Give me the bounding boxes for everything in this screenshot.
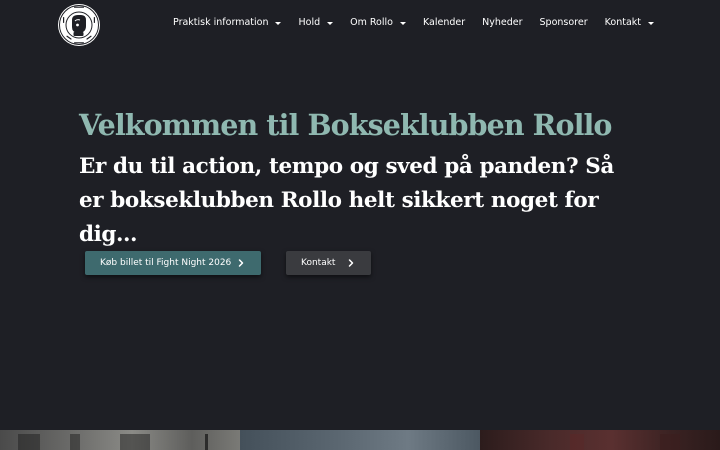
nav-item-label: Kalender bbox=[422, 17, 466, 28]
main-navigation: Praktisk information Hold Om Rollo Kalen… bbox=[173, 17, 654, 28]
page: Praktisk information Hold Om Rollo Kalen… bbox=[0, 0, 720, 450]
chevron-right-icon bbox=[348, 259, 354, 267]
nav-item-label: Sponsorer bbox=[539, 17, 588, 28]
gallery-strip bbox=[0, 430, 720, 450]
nav-item-label: Hold bbox=[298, 17, 321, 28]
gallery-image-gym[interactable] bbox=[0, 430, 240, 450]
contact-button[interactable]: Kontakt bbox=[286, 251, 371, 275]
hero-title: Velkommen til Bokseklubben Rollo bbox=[79, 108, 612, 142]
chevron-down-icon bbox=[327, 21, 334, 25]
chevron-down-icon bbox=[648, 21, 654, 25]
buy-ticket-button[interactable]: Køb billet til Fight Night 2026 bbox=[85, 251, 261, 275]
site-header: Praktisk information Hold Om Rollo Kalen… bbox=[0, 0, 720, 50]
nav-item-kalender[interactable]: Kalender bbox=[423, 17, 465, 28]
nav-item-label: Kontakt bbox=[604, 17, 641, 28]
nav-item-label: Praktisk information bbox=[173, 17, 269, 28]
buy-ticket-button-label: Køb billet til Fight Night 2026 bbox=[100, 258, 232, 268]
nav-item-praktisk-information[interactable]: Praktisk information bbox=[173, 17, 282, 28]
gallery-image-ring[interactable] bbox=[480, 430, 720, 450]
nav-item-sponsorer[interactable]: Sponsorer bbox=[540, 17, 588, 28]
nav-item-kontakt[interactable]: Kontakt bbox=[605, 17, 654, 28]
nav-item-om-rollo[interactable]: Om Rollo bbox=[350, 17, 406, 28]
hero-subtitle: Er du til action, tempo og sved på pande… bbox=[79, 154, 614, 247]
nav-item-nyheder[interactable]: Nyheder bbox=[482, 17, 522, 28]
chevron-down-icon bbox=[399, 21, 406, 25]
club-logo[interactable] bbox=[57, 3, 101, 47]
chevron-right-icon bbox=[238, 259, 244, 267]
nav-item-hold[interactable]: Hold bbox=[298, 17, 334, 28]
nav-item-label: Om Rollo bbox=[350, 17, 393, 28]
chevron-down-icon bbox=[275, 21, 282, 25]
contact-button-label: Kontakt bbox=[301, 258, 336, 268]
nav-item-label: Nyheder bbox=[482, 17, 523, 28]
gallery-image-training[interactable] bbox=[240, 430, 480, 450]
